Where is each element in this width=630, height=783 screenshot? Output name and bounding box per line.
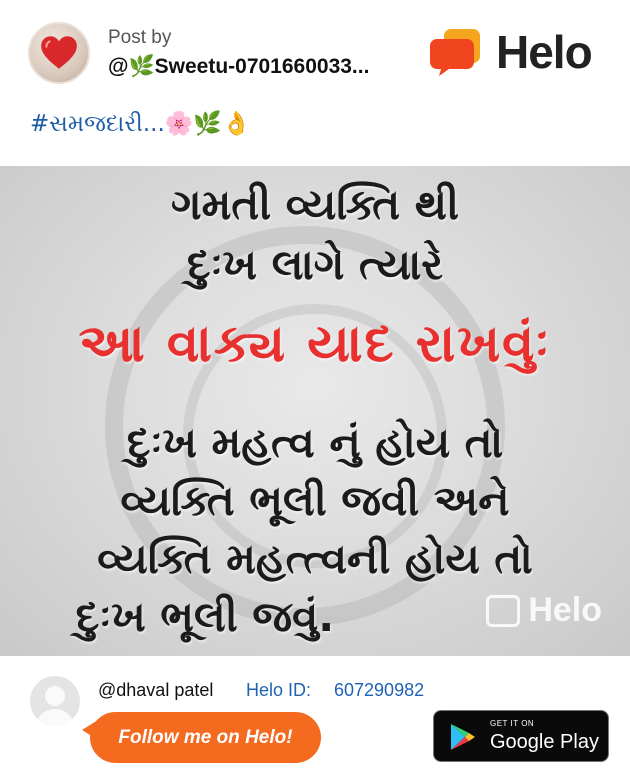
user-avatar-placeholder[interactable] bbox=[30, 676, 80, 726]
author-username[interactable]: @🌿Sweetu-0701660033... bbox=[108, 55, 369, 79]
post-by-label: Post by bbox=[108, 27, 172, 48]
author-avatar[interactable] bbox=[28, 22, 90, 84]
post-footer: @dhaval patel Helo ID: 607290982 Follow … bbox=[0, 656, 630, 783]
google-play-icon bbox=[451, 724, 475, 750]
quote-line-4: દુઃખ મહત્વ નું હોય તો bbox=[126, 418, 504, 467]
post-hashtag[interactable]: #સમજદારી...🌸🌿👌 bbox=[30, 110, 251, 137]
quote-line-6: વ્યક્તિ મહત્ત્વની હોય તો bbox=[97, 534, 533, 583]
helo-id-value: 607290982 bbox=[334, 680, 425, 700]
quote-line-3-highlight: આ વાક્ય યાદ રાખવુંઃ bbox=[78, 314, 552, 374]
post-image[interactable]: ગમતી વ્યક્તિ થી દુઃખ લાગે ત્યારે આ વાક્ય… bbox=[0, 166, 630, 656]
quote-line-7: દુઃખ ભૂલી જવું. bbox=[75, 592, 335, 641]
quote-line-5: વ્યક્તિ ભૂલી જવી અને bbox=[120, 476, 510, 525]
google-play-label: Google Play bbox=[490, 731, 599, 753]
follow-button[interactable]: Follow me on Helo! bbox=[82, 712, 321, 763]
helo-logo: Helo bbox=[430, 26, 593, 78]
footer-user-handle[interactable]: @dhaval patel bbox=[98, 680, 213, 701]
quote-line-1: ગમતી વ્યક્તિ થી bbox=[171, 180, 459, 229]
post-header: Post by @🌿Sweetu-0701660033... Helo bbox=[0, 0, 630, 100]
helo-id-label: Helo ID: bbox=[246, 680, 312, 700]
google-play-small-text: GET IT ON bbox=[490, 719, 535, 728]
helo-watermark-icon bbox=[486, 594, 521, 627]
helo-logo-text: Helo bbox=[496, 26, 593, 78]
helo-logo-icon bbox=[430, 27, 482, 77]
helo-watermark-text: Helo bbox=[528, 591, 602, 629]
heart-icon bbox=[41, 36, 77, 69]
quote-line-2: દુઃખ લાગે ત્યારે bbox=[187, 240, 443, 289]
image-helo-watermark: Helo bbox=[486, 591, 602, 630]
google-play-badge[interactable]: GET IT ON Google Play bbox=[433, 710, 609, 762]
